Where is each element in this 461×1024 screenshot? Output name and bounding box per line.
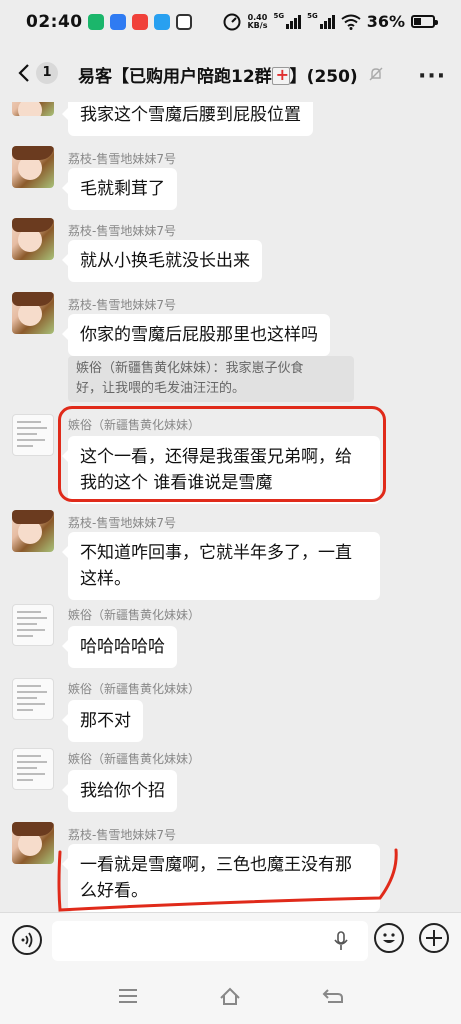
mute-icon — [369, 67, 383, 81]
battery-percent: 36% — [366, 12, 405, 31]
message-input[interactable] — [52, 921, 368, 961]
back-icon[interactable] — [14, 62, 36, 84]
quoted-message[interactable]: 嫉俗（新疆售黄化妹妹）：我家崽子伙食 好，让我喂的毛发油汪汪的。 — [68, 356, 354, 402]
unread-count-badge[interactable]: 1 — [36, 62, 58, 84]
app-notification-icon — [132, 14, 148, 30]
network-type-2: 5G — [307, 11, 318, 20]
sender-name: 荔枝-售雪地妹妹7号 — [68, 828, 176, 842]
app-notification-icon — [176, 14, 192, 30]
message-list: 我家这个雪魔后腰到屁股位置 荔枝-售雪地妹妹7号 毛就剩茸了 荔枝-售雪地妹妹7… — [0, 102, 461, 912]
message-bubble[interactable]: 我家这个雪魔后腰到屁股位置 — [62, 102, 313, 136]
sender-name: 荔枝-售雪地妹妹7号 — [68, 224, 176, 238]
voice-icon[interactable] — [12, 925, 42, 955]
status-time: 02:40 — [26, 12, 83, 32]
notification-icons — [88, 14, 192, 30]
avatar[interactable] — [12, 146, 54, 188]
message-bubble[interactable]: 不知道咋回事，它就半年多了，一直 这样。 — [62, 532, 380, 600]
avatar[interactable] — [12, 102, 54, 116]
app-notification-icon — [154, 14, 170, 30]
chat-header: 1 易客【已购用户陪跑12群】(250) ··· — [0, 46, 461, 102]
home-icon[interactable] — [219, 986, 241, 1006]
message-bubble[interactable]: 我给你个招 — [62, 770, 177, 812]
status-right: 0.40 KB/s 5G 5G 36% — [223, 11, 438, 31]
avatar[interactable] — [12, 678, 54, 720]
status-bar: 02:40 0.40 KB/s 5G 5G 36% — [0, 0, 461, 46]
wifi-icon — [341, 14, 361, 30]
avatar[interactable] — [12, 822, 54, 864]
app-notification-icon — [110, 14, 126, 30]
emoji-icon[interactable] — [374, 923, 404, 953]
mic-icon[interactable] — [334, 931, 348, 951]
signal-icon — [319, 14, 335, 29]
avatar[interactable] — [12, 218, 54, 260]
message-bubble[interactable]: 那不对 — [62, 700, 143, 742]
message-bubble[interactable]: 你家的雪魔后屁股那里也这样吗 — [62, 314, 330, 356]
network-type-1: 5G — [273, 11, 285, 20]
hospital-emoji-icon — [271, 65, 290, 85]
input-bar — [0, 912, 461, 966]
avatar[interactable] — [12, 292, 54, 334]
chat-title: 易客【已购用户陪跑12群】(250) — [78, 62, 358, 87]
avatar[interactable] — [12, 748, 54, 790]
message-bubble[interactable]: 就从小换毛就没长出来 — [62, 240, 262, 282]
avatar[interactable] — [12, 414, 54, 456]
menu-icon[interactable] — [117, 986, 139, 1006]
red-annotation-underline — [57, 848, 398, 912]
message-bubble[interactable]: 毛就剩茸了 — [62, 168, 177, 210]
sender-name: 荔枝-售雪地妹妹7号 — [68, 298, 176, 312]
sender-name: 嫉俗（新疆售黄化妹妹） — [68, 682, 201, 696]
message-bubble[interactable]: 哈哈哈哈哈 — [62, 626, 177, 668]
app-notification-icon — [88, 14, 104, 30]
red-annotation-circle — [58, 406, 386, 502]
plus-icon[interactable] — [419, 923, 449, 953]
speedometer-icon — [223, 13, 241, 30]
signal-icon — [286, 14, 302, 29]
avatar[interactable] — [12, 604, 54, 646]
sender-name: 嫉俗（新疆售黄化妹妹） — [68, 752, 201, 766]
sender-name: 荔枝-售雪地妹妹7号 — [68, 516, 176, 530]
system-nav-bar — [0, 966, 461, 1024]
sender-name: 荔枝-售雪地妹妹7号 — [68, 152, 176, 166]
battery-icon — [411, 15, 438, 28]
sender-name: 嫉俗（新疆售黄化妹妹） — [68, 608, 201, 622]
avatar[interactable] — [12, 510, 54, 552]
back-nav-icon[interactable] — [322, 986, 344, 1006]
more-icon[interactable]: ··· — [418, 64, 446, 89]
network-speed: 0.40 KB/s — [247, 12, 268, 30]
